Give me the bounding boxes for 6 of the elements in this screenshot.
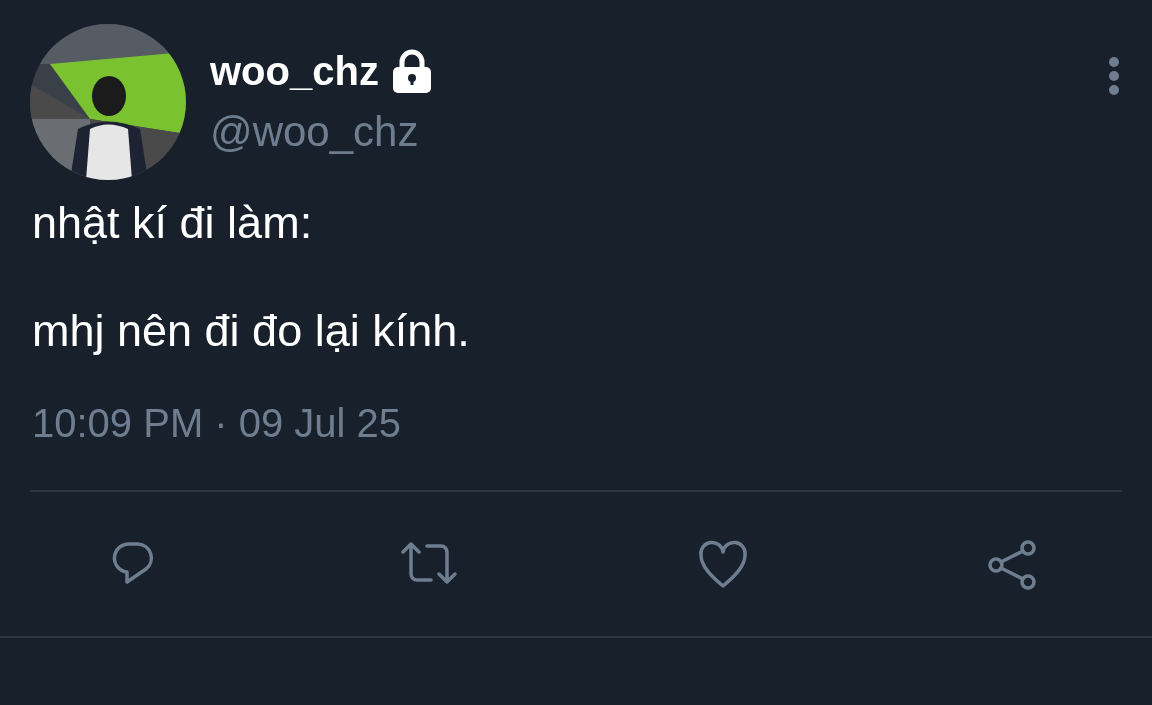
- more-options-icon[interactable]: [1108, 56, 1120, 96]
- tweet-text: mhj nên đi đo lại kính.: [32, 305, 471, 355]
- timestamp: 10:09 PM · 09 Jul 25: [31, 400, 403, 446]
- username: @woo_chz: [210, 108, 420, 156]
- display-name: woo_chz: [210, 48, 379, 94]
- tweet-text: nhật kí đi làm:: [32, 198, 314, 248]
